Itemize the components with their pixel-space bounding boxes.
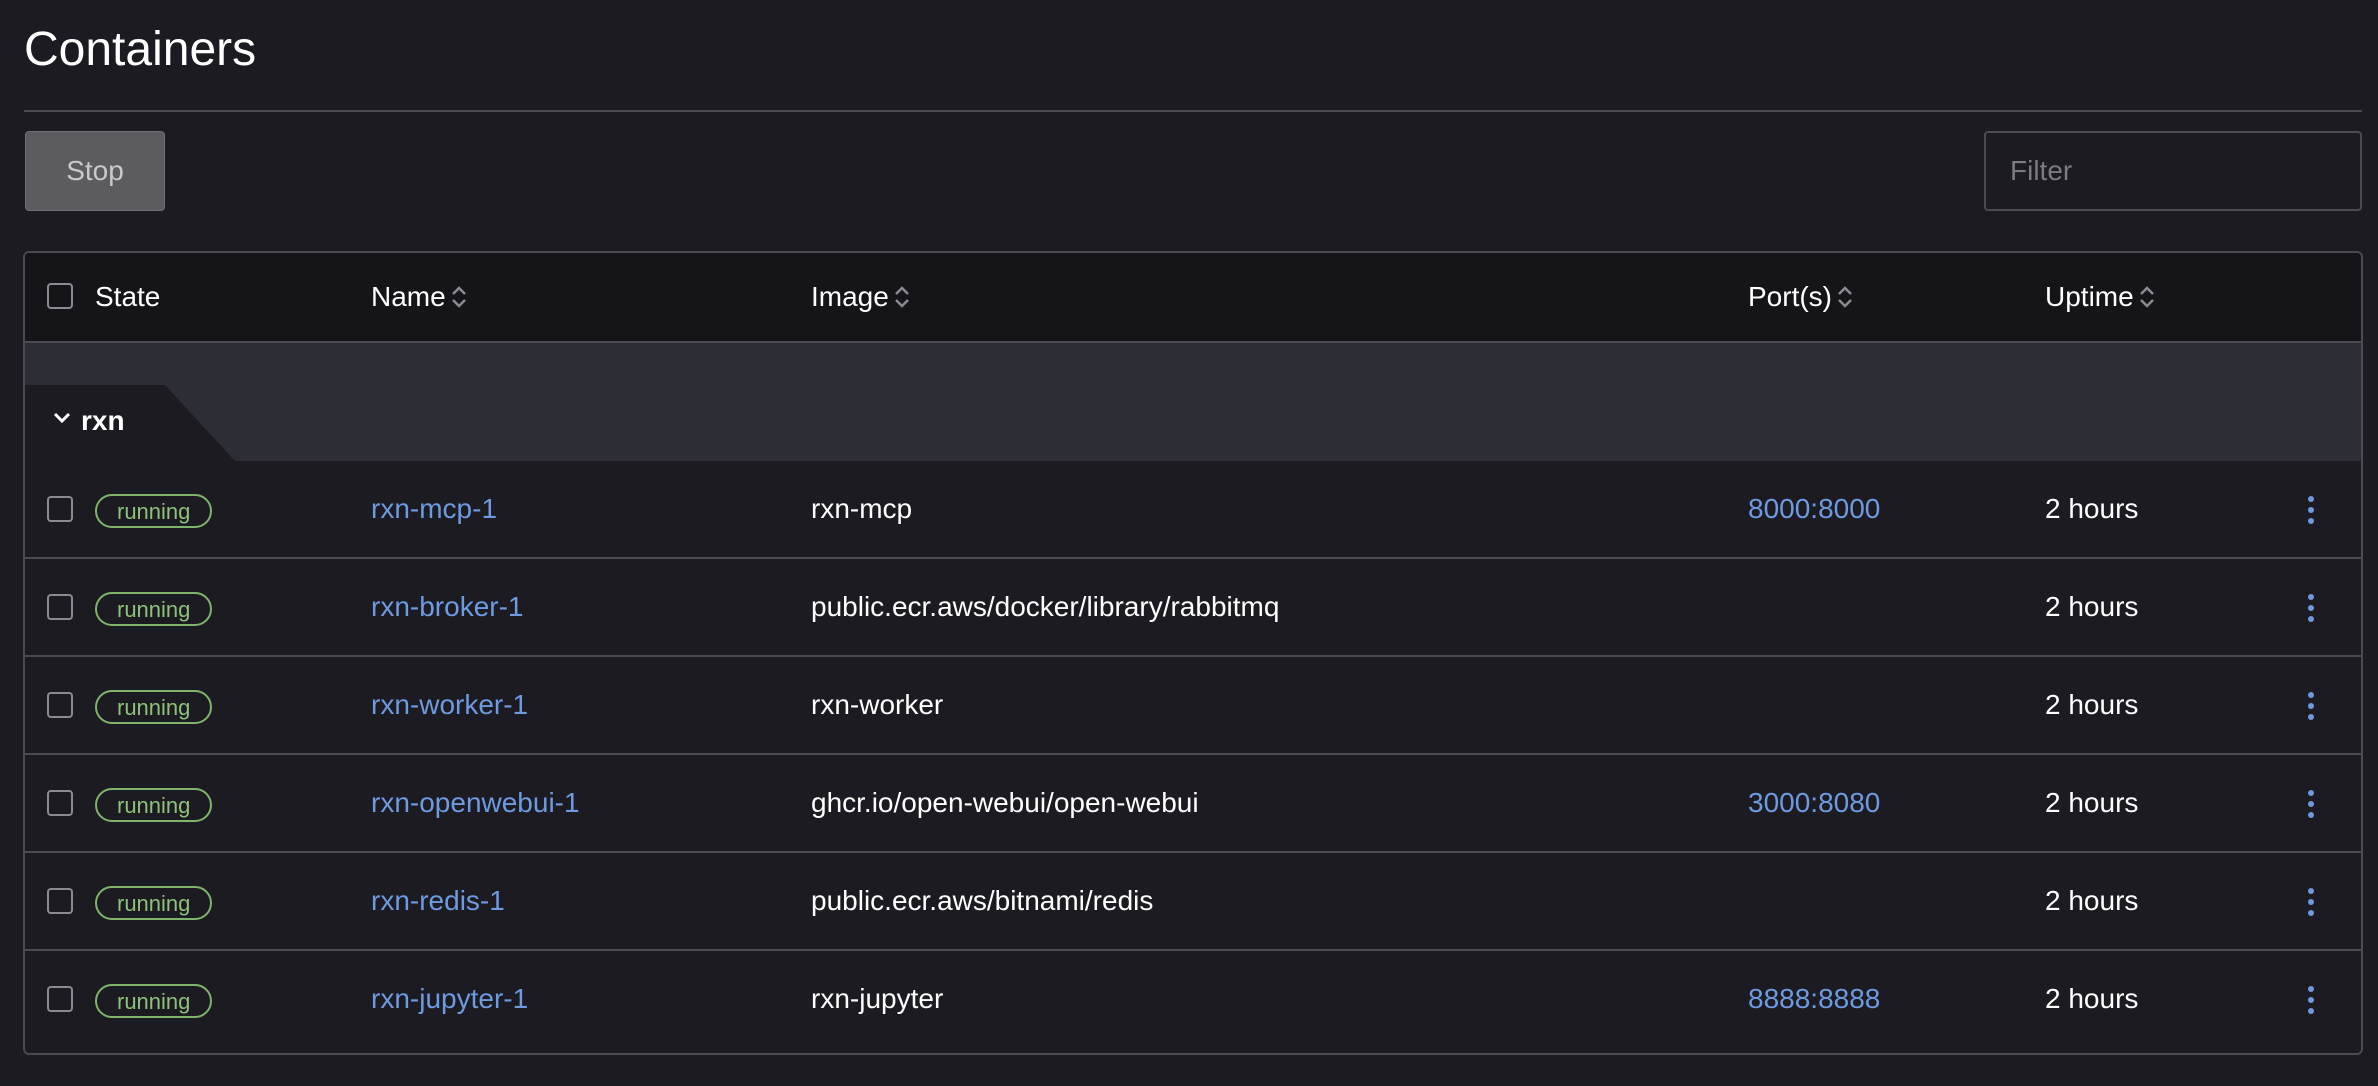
container-name-link[interactable]: rxn-jupyter-1 bbox=[371, 983, 528, 1015]
column-header-name-label: Name bbox=[371, 281, 446, 312]
stop-button[interactable]: Stop bbox=[25, 131, 165, 211]
status-badge: running bbox=[95, 592, 213, 626]
container-uptime: 2 hours bbox=[2045, 787, 2139, 818]
status-badge: running bbox=[95, 984, 213, 1018]
column-header-state: State bbox=[95, 253, 160, 341]
containers-page: Containers Stop State Name Image Por bbox=[0, 0, 2378, 1086]
kebab-menu-icon[interactable] bbox=[2305, 789, 2317, 819]
row-checkbox[interactable] bbox=[47, 888, 73, 914]
title-divider bbox=[24, 110, 2362, 112]
kebab-menu-icon[interactable] bbox=[2305, 593, 2317, 623]
container-image: ghcr.io/open-webui/open-webui bbox=[811, 787, 1199, 818]
port-link[interactable]: 8000:8000 bbox=[1748, 493, 1880, 525]
row-checkbox[interactable] bbox=[47, 986, 73, 1012]
group-row-rxn: rxn bbox=[25, 343, 2361, 461]
container-uptime: 2 hours bbox=[2045, 885, 2139, 916]
container-uptime: 2 hours bbox=[2045, 689, 2139, 720]
page-title: Containers bbox=[24, 23, 257, 76]
chevron-down-icon bbox=[51, 407, 73, 429]
container-name-link[interactable]: rxn-mcp-1 bbox=[371, 493, 497, 525]
container-image: public.ecr.aws/bitnami/redis bbox=[811, 885, 1154, 916]
column-header-ports[interactable]: Port(s) bbox=[1748, 253, 1854, 341]
column-header-ports-label: Port(s) bbox=[1748, 281, 1832, 312]
port-link[interactable]: 8888:8888 bbox=[1748, 983, 1880, 1015]
column-header-name[interactable]: Name bbox=[371, 253, 468, 341]
column-header-uptime[interactable]: Uptime bbox=[2045, 253, 2156, 341]
container-name-link[interactable]: rxn-worker-1 bbox=[371, 689, 528, 721]
row-checkbox[interactable] bbox=[47, 496, 73, 522]
group-toggle[interactable]: rxn bbox=[25, 385, 235, 461]
status-badge: running bbox=[95, 690, 213, 724]
select-all-checkbox[interactable] bbox=[47, 283, 73, 309]
table-row: running rxn-jupyter-1 rxn-jupyter 8888:8… bbox=[25, 951, 2361, 1049]
status-badge: running bbox=[95, 494, 213, 528]
table-row: running rxn-redis-1 public.ecr.aws/bitna… bbox=[25, 853, 2361, 951]
sort-icon[interactable] bbox=[893, 283, 911, 311]
column-header-uptime-label: Uptime bbox=[2045, 281, 2134, 312]
row-checkbox[interactable] bbox=[47, 594, 73, 620]
status-badge: running bbox=[95, 886, 213, 920]
column-header-image-label: Image bbox=[811, 281, 889, 312]
container-name-link[interactable]: rxn-redis-1 bbox=[371, 885, 505, 917]
table-header: State Name Image Port(s) Uptime bbox=[25, 253, 2361, 343]
sort-icon[interactable] bbox=[2138, 283, 2156, 311]
container-name-link[interactable]: rxn-openwebui-1 bbox=[371, 787, 580, 819]
table-row: running rxn-mcp-1 rxn-mcp 8000:8000 2 ho… bbox=[25, 461, 2361, 559]
sort-icon[interactable] bbox=[450, 283, 468, 311]
container-uptime: 2 hours bbox=[2045, 493, 2139, 524]
row-checkbox[interactable] bbox=[47, 692, 73, 718]
table-row: running rxn-broker-1 public.ecr.aws/dock… bbox=[25, 559, 2361, 657]
container-uptime: 2 hours bbox=[2045, 591, 2139, 622]
container-name-link[interactable]: rxn-broker-1 bbox=[371, 591, 523, 623]
container-image: rxn-mcp bbox=[811, 493, 913, 524]
container-image: rxn-jupyter bbox=[811, 983, 944, 1014]
column-header-image[interactable]: Image bbox=[811, 253, 911, 341]
containers-table: State Name Image Port(s) Uptime rxn runn… bbox=[23, 251, 2363, 1055]
table-row: running rxn-openwebui-1 ghcr.io/open-web… bbox=[25, 755, 2361, 853]
sort-icon[interactable] bbox=[1836, 283, 1854, 311]
container-image: rxn-worker bbox=[811, 689, 944, 720]
kebab-menu-icon[interactable] bbox=[2305, 887, 2317, 917]
port-link[interactable]: 3000:8080 bbox=[1748, 787, 1880, 819]
kebab-menu-icon[interactable] bbox=[2305, 985, 2317, 1015]
column-header-state-label: State bbox=[95, 281, 161, 312]
kebab-menu-icon[interactable] bbox=[2305, 691, 2317, 721]
table-row: running rxn-worker-1 rxn-worker 2 hours bbox=[25, 657, 2361, 755]
container-uptime: 2 hours bbox=[2045, 983, 2139, 1014]
filter-input[interactable] bbox=[1984, 131, 2362, 211]
group-label: rxn bbox=[81, 405, 125, 436]
status-badge: running bbox=[95, 788, 213, 822]
row-checkbox[interactable] bbox=[47, 790, 73, 816]
kebab-menu-icon[interactable] bbox=[2305, 495, 2317, 525]
container-image: public.ecr.aws/docker/library/rabbitmq bbox=[811, 591, 1280, 622]
